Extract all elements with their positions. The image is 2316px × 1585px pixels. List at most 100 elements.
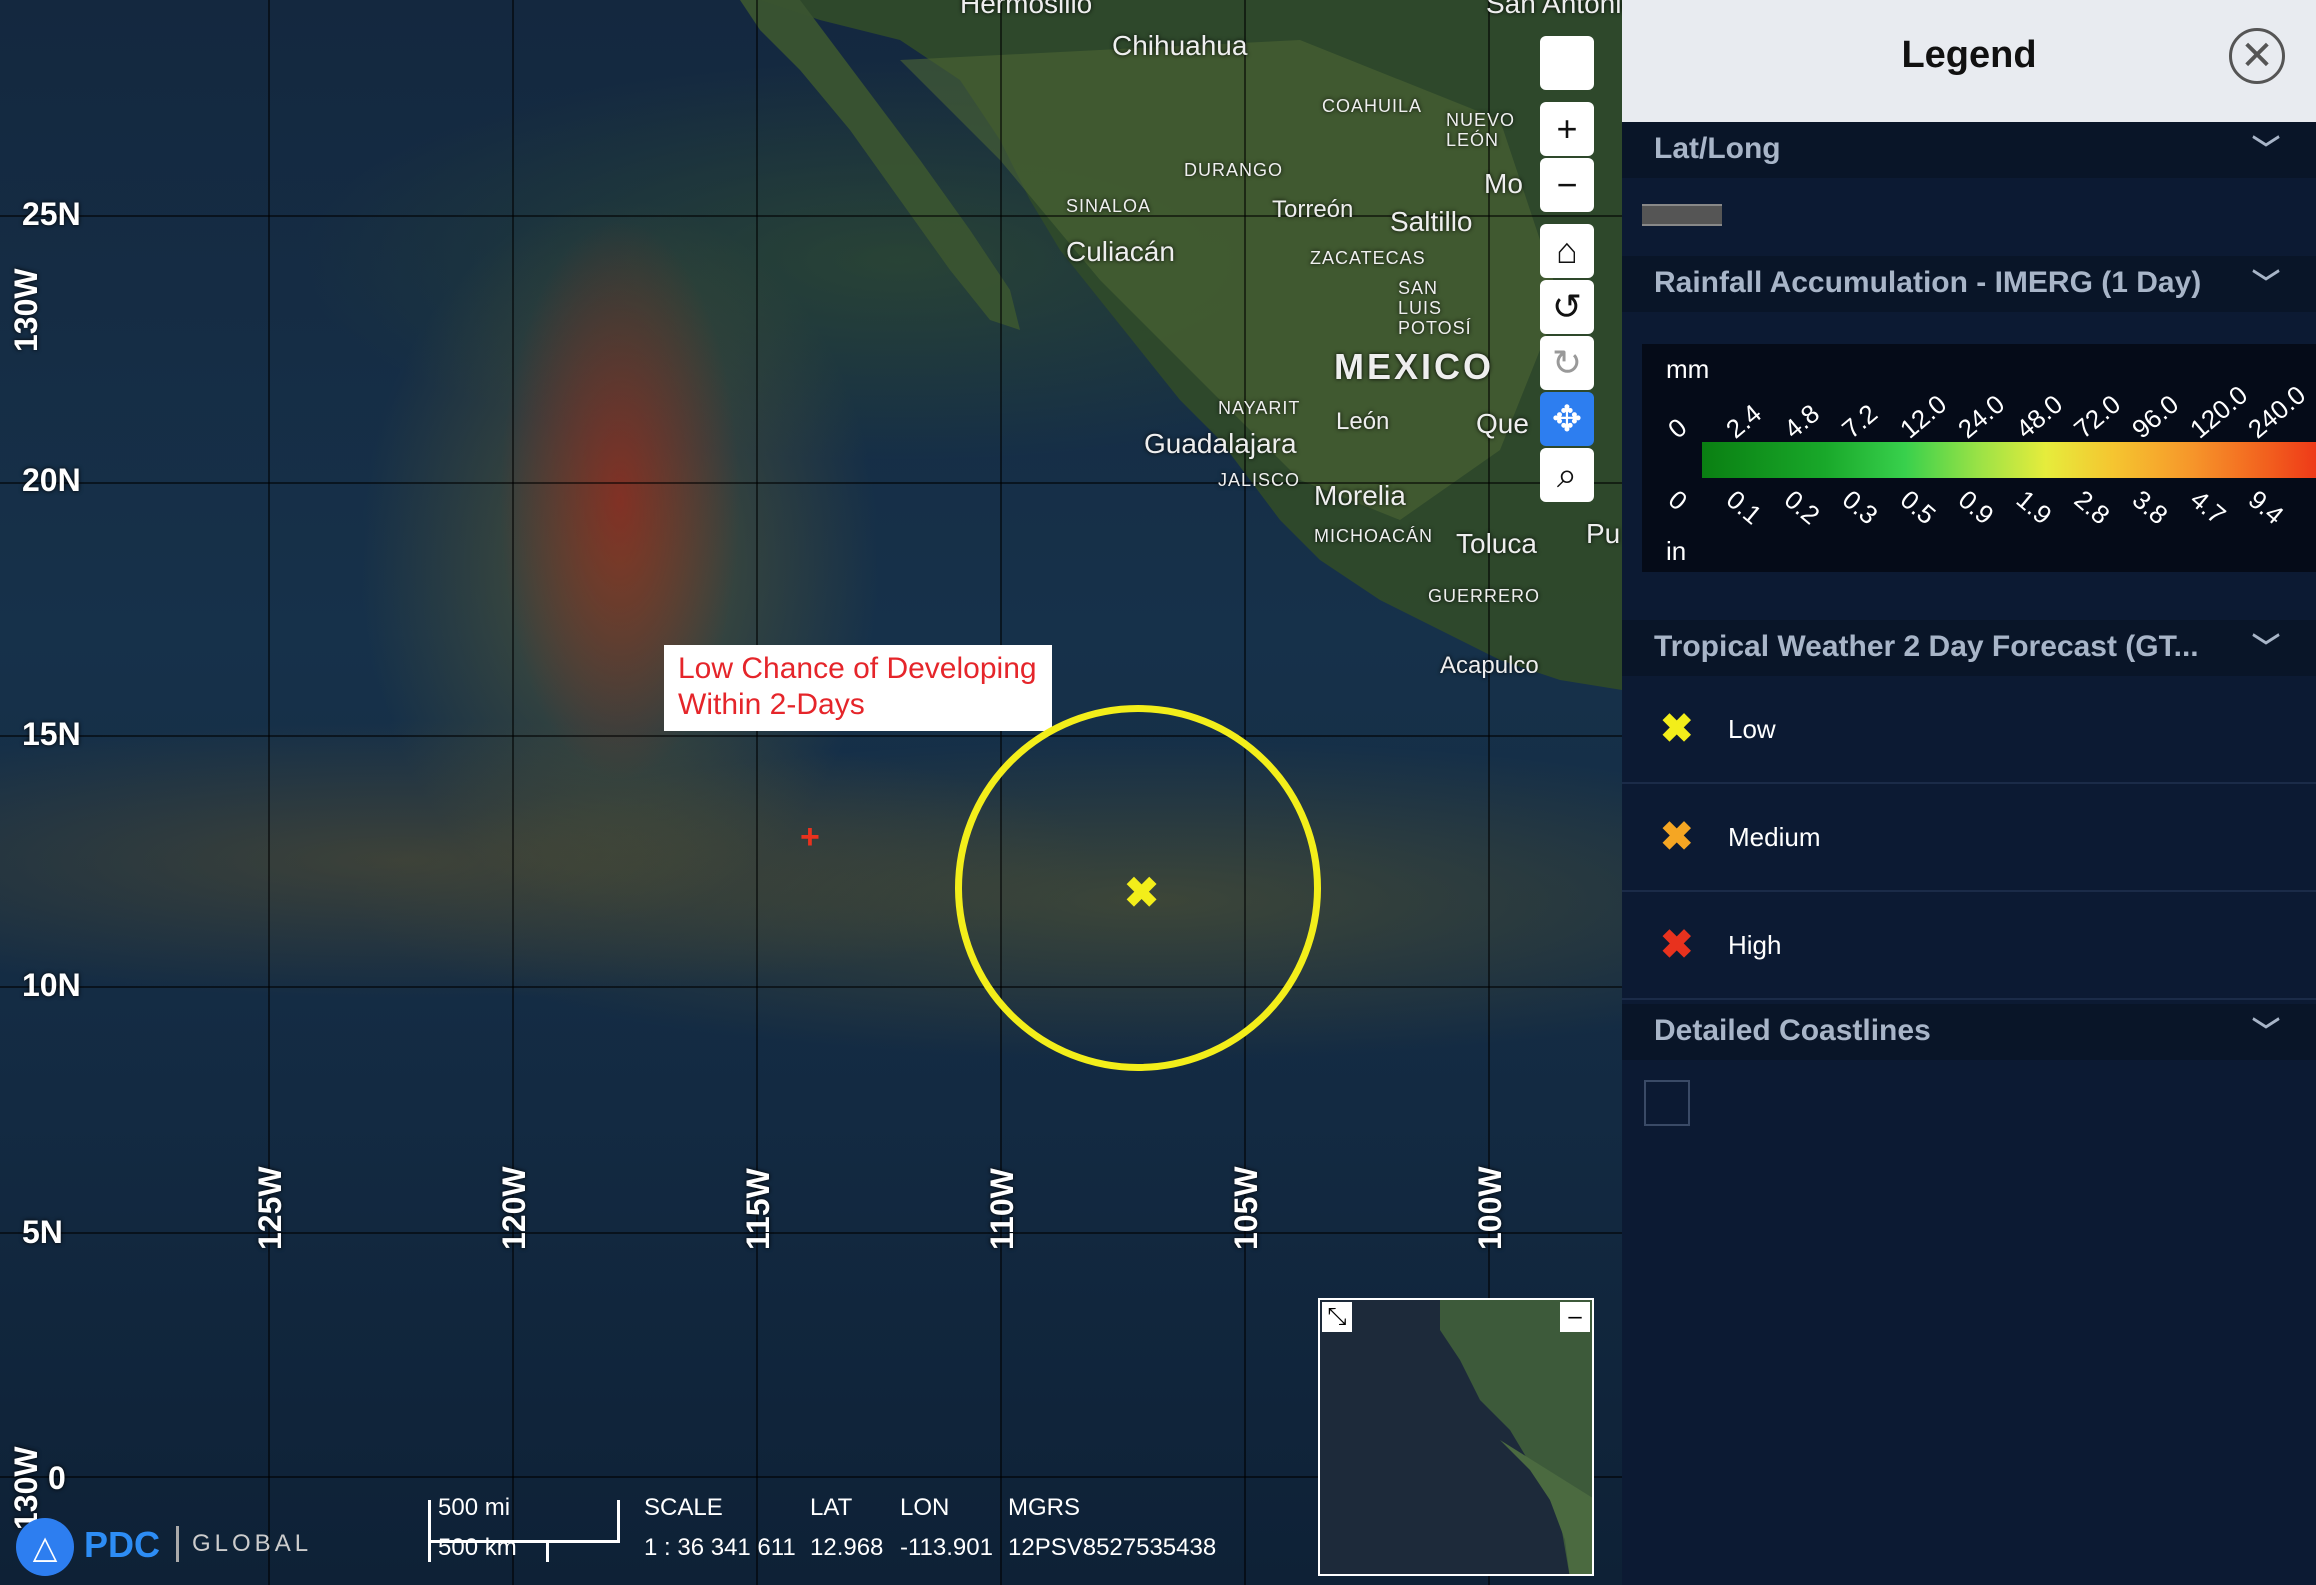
map-footer: △ PDC GLOBAL 500 mi 500 km SCALE 1 : 36 … [0, 1480, 1622, 1585]
lat-label: 20N [22, 462, 81, 498]
mm-tick-label: 7.2 [1836, 398, 1884, 445]
latlong-swatch [1642, 204, 1722, 226]
place-label: JALISCO [1218, 470, 1301, 490]
minimap-collapse-button[interactable]: – [1560, 1302, 1590, 1332]
logo-subtext: GLOBAL [192, 1530, 313, 1557]
in-tick-label: 0.2 [1778, 484, 1826, 531]
place-label: Hermosillo [960, 0, 1093, 19]
mm-tick-label: 0 [1662, 411, 1693, 445]
arrow-expand-icon[interactable]: ⤡ [1322, 1302, 1352, 1332]
place-label: NUEVO LEÓN [1446, 110, 1516, 150]
legend-item-high: ✖ High [1622, 892, 2316, 1000]
rotate-left-button[interactable]: ↺ [1540, 280, 1594, 334]
place-label: Culiacán [1066, 236, 1175, 267]
map-view[interactable]: 25N 20N 15N 10N 5N 0 125W 120W 115W 110W… [0, 0, 1622, 1585]
legend-item-label: Medium [1728, 822, 1821, 852]
grid-line [268, 0, 270, 1585]
lon-label: 120W [496, 1166, 532, 1250]
place-label: Acapulco [1440, 652, 1539, 679]
rotate-left-icon: ↺ [1551, 286, 1583, 327]
place-label: Toluca [1456, 528, 1537, 559]
legend-item-medium: ✖ Medium [1622, 784, 2316, 892]
logo-text: PDC [84, 1524, 161, 1565]
lon-readout-value: -113.901 [900, 1534, 993, 1561]
lat-label: 5N [22, 1214, 63, 1250]
close-icon[interactable]: ✕ [2229, 28, 2285, 84]
grid-line [0, 986, 1622, 988]
low-chance-marker-icon[interactable]: ✖ [1124, 872, 1159, 914]
mm-tick-label: 240.0 [2242, 379, 2312, 445]
callout-line: Within 2-Days [678, 688, 865, 721]
place-label: Morelia [1314, 480, 1406, 511]
mgrs-value: 12PSV8527535438 [1008, 1534, 1217, 1561]
lon-label: 110W [984, 1168, 1020, 1250]
pdc-logo-icon: △ [16, 1518, 74, 1576]
scale-label: SCALE [644, 1494, 723, 1521]
place-label: Torreón [1272, 196, 1354, 223]
lat-label: 15N [22, 716, 81, 752]
plus-icon: + [1556, 108, 1578, 149]
blank-button[interactable] [1540, 36, 1594, 90]
section-title: Tropical Weather 2 Day Forecast (GT... [1654, 630, 2199, 663]
legend-header: Legend ✕ [1622, 0, 2316, 122]
lon-label: 125W [252, 1166, 288, 1250]
place-label: Guadalajara [1144, 428, 1297, 459]
section-latlong[interactable]: Lat/Long ﹀ [1622, 122, 2316, 178]
rainfall-gradient-bar [1702, 442, 2316, 478]
place-label: GUERRERO [1428, 586, 1541, 606]
x-marker-icon: ✖ [1660, 923, 1694, 967]
mm-tick-label: 120.0 [2184, 379, 2254, 445]
mm-tick-label: 4.8 [1778, 398, 1826, 445]
unit-in: in [1666, 536, 1687, 566]
x-marker-icon: ✖ [1660, 815, 1694, 859]
unit-mm: mm [1666, 354, 1710, 384]
section-title: Rainfall Accumulation - IMERG (1 Day) [1654, 266, 2202, 299]
legend-item-label: High [1728, 930, 1782, 960]
grid-line [756, 0, 758, 1585]
zoom-out-button[interactable]: − [1540, 158, 1594, 212]
in-tick-label: 0.5 [1894, 484, 1942, 531]
chevron-down-icon: ﹀ [2251, 268, 2280, 299]
place-label: Saltillo [1390, 206, 1473, 237]
coastlines-checkbox[interactable] [1644, 1080, 1690, 1126]
x-marker-icon: ✖ [1660, 707, 1694, 751]
place-label: NAYARIT [1218, 398, 1301, 418]
home-icon: ⌂ [1556, 230, 1578, 271]
section-title: Lat/Long [1654, 132, 1781, 165]
section-tropical[interactable]: Tropical Weather 2 Day Forecast (GT... ﹀ [1622, 620, 2316, 676]
in-tick-label: 1.9 [2010, 484, 2058, 531]
in-tick-label: 0.9 [1952, 484, 2000, 531]
in-tick-label: 9.4 [2242, 484, 2290, 531]
pan-button[interactable]: ✥ [1540, 392, 1594, 446]
map-toolbar: + − ⌂ ↺ ↻ ✥ ⌕ [1540, 36, 1596, 504]
grid-line [0, 1232, 1622, 1234]
magnifier-icon: ⌕ [1556, 453, 1578, 495]
zoom-box-button[interactable]: ⌕ [1540, 448, 1594, 502]
mgrs-label: MGRS [1008, 1494, 1080, 1521]
section-rainfall[interactable]: Rainfall Accumulation - IMERG (1 Day) ﹀ [1622, 256, 2316, 312]
section-title: Detailed Coastlines [1654, 1014, 1931, 1047]
chevron-down-icon: ﹀ [2251, 632, 2280, 663]
mm-tick-label: 12.0 [1894, 388, 1953, 445]
legend-title: Legend [1901, 34, 2037, 76]
in-tick-label: 0.3 [1836, 484, 1884, 531]
in-tick-label: 4.7 [2184, 484, 2232, 531]
in-tick-label: 3.8 [2126, 484, 2174, 531]
lat-label: 10N [22, 967, 81, 1003]
crosshair-icon: + [800, 818, 820, 856]
zoom-in-button[interactable]: + [1540, 102, 1594, 156]
home-button[interactable]: ⌂ [1540, 224, 1594, 278]
minus-icon: − [1556, 164, 1578, 205]
lon-label: 115W [740, 1168, 776, 1250]
section-coastlines[interactable]: Detailed Coastlines ﹀ [1622, 1004, 2316, 1060]
place-label: MICHOACÁN [1314, 526, 1434, 546]
place-label: SINALOA [1066, 196, 1152, 216]
forecast-callout[interactable]: Low Chance of Developing Within 2-Days [664, 645, 1052, 731]
rotate-right-button[interactable]: ↻ [1540, 336, 1594, 390]
chevron-down-icon: ﹀ [2251, 134, 2280, 165]
pan-icon: ✥ [1551, 398, 1583, 439]
scale-km-label: 500 km [438, 1534, 517, 1561]
rotate-right-icon: ↻ [1551, 342, 1583, 383]
place-label: Chihuahua [1112, 30, 1248, 61]
mm-tick-label: 24.0 [1952, 388, 2011, 445]
